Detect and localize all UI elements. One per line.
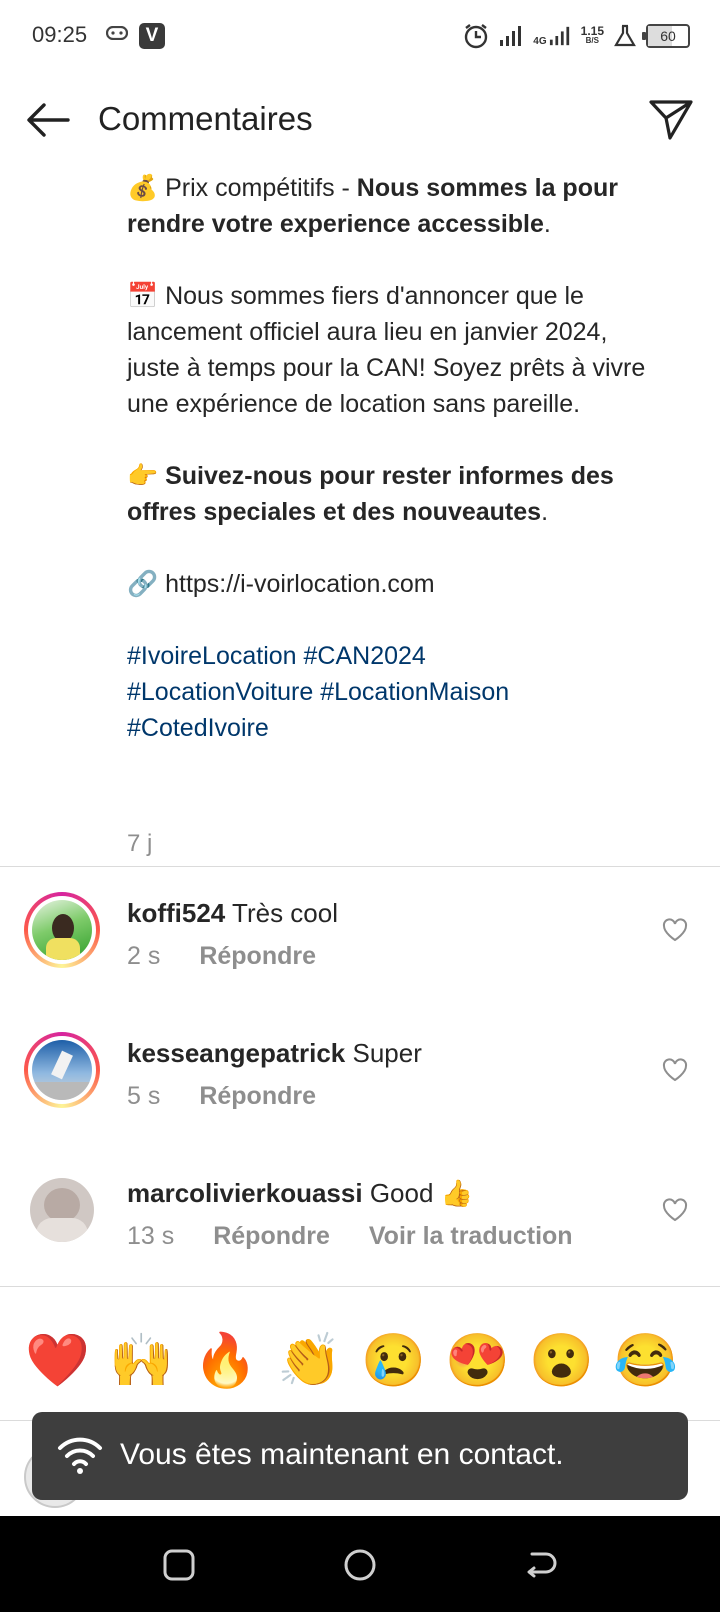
toast-text: Vous êtes maintenant en contact.	[120, 1438, 564, 1471]
back-button[interactable]	[522, 1546, 560, 1584]
hashtag-line[interactable]: #IvoireLocation #CAN2024	[127, 642, 426, 670]
arrow-left-icon[interactable]	[24, 100, 72, 140]
status-right-icons: 4G 1.15 B/S 60	[463, 20, 690, 52]
post-caption: 💰 Prix compétitifs - Nous sommes la pour…	[127, 170, 647, 746]
gamepad-icon	[106, 26, 128, 40]
signal-icon	[500, 26, 522, 46]
reply-button[interactable]: Répondre	[213, 1222, 330, 1250]
app-bar: Commentaires	[0, 82, 720, 158]
post-timestamp: 7 j	[127, 830, 153, 857]
comment-text: koffi524 Très cool	[127, 898, 338, 929]
comment-body: Super	[352, 1038, 422, 1068]
comment-username[interactable]: marcolivierkouassi	[127, 1178, 363, 1208]
comment-item: marcolivierkouassi Good 👍 13 s Répondre …	[0, 1166, 720, 1286]
caption-paragraph-follow: 👉 Suivez-nous pour rester informes des o…	[127, 462, 614, 526]
heart-outline-icon[interactable]	[662, 918, 688, 942]
comment-item: kesseangepatrick Super 5 s Répondre	[0, 1026, 720, 1146]
emoji-raised-hands-button[interactable]: 🙌	[109, 1330, 174, 1392]
emoji-fire-button[interactable]: 🔥	[193, 1330, 258, 1392]
link-emoji: 🔗	[127, 570, 159, 598]
heart-outline-icon[interactable]	[662, 1058, 688, 1082]
page-title: Commentaires	[98, 100, 313, 137]
signal-bars-icon	[549, 26, 569, 46]
comment-time: 13 s	[127, 1222, 175, 1250]
emoji-sad-button[interactable]: 😢	[361, 1330, 426, 1392]
battery-level: 60	[660, 28, 676, 44]
avatar[interactable]	[30, 1178, 94, 1242]
divider	[0, 1286, 720, 1287]
comment-body: Good 👍	[369, 1178, 474, 1208]
caption-paragraph-link: 🔗 https://i-voirlocation.com	[127, 566, 647, 602]
calendar-emoji: 📅	[127, 282, 159, 310]
status-time: 09:25	[32, 22, 88, 47]
see-translation-button[interactable]: Voir la traduction	[369, 1222, 573, 1250]
app-notification-icon: V	[139, 23, 165, 49]
avatar[interactable]	[24, 1032, 100, 1108]
emoji-heart-eyes-button[interactable]: 😍	[445, 1330, 510, 1392]
comment-body: Très cool	[232, 898, 338, 928]
recents-button[interactable]	[160, 1546, 198, 1584]
comment-text: kesseangepatrick Super	[127, 1038, 422, 1069]
wifi-icon	[58, 1437, 102, 1474]
heart-outline-icon[interactable]	[662, 1198, 688, 1222]
hashtag-line[interactable]: #CotedIvoire	[127, 714, 269, 742]
network-type: 4G	[533, 36, 547, 47]
comment-item: koffi524 Très cool 2 s Répondre	[0, 886, 720, 1006]
avatar[interactable]	[24, 892, 100, 968]
paper-plane-icon[interactable]	[648, 98, 694, 142]
signal-4g-icon: 4G	[533, 25, 570, 47]
emoji-reaction-bar: ❤️ 🙌 🔥 👏 😢 😍 😮 😂	[0, 1320, 720, 1410]
hashtag-line[interactable]: #LocationVoiture #LocationMaison	[127, 678, 509, 706]
emoji-heart-button[interactable]: ❤️	[25, 1330, 90, 1392]
reply-button[interactable]: Répondre	[199, 1082, 316, 1110]
comment-time: 5 s	[127, 1082, 161, 1110]
system-nav-bar	[0, 1516, 720, 1612]
money-bag-emoji: 💰	[127, 174, 159, 202]
comment-meta: 5 s Répondre	[127, 1082, 316, 1111]
toast-notification: Vous êtes maintenant en contact.	[32, 1412, 688, 1500]
reply-button[interactable]: Répondre	[199, 942, 316, 970]
emoji-laughing-button[interactable]: 😂	[613, 1330, 678, 1392]
website-link[interactable]: https://i-voirlocation.com	[165, 570, 435, 598]
battery-icon: 60	[642, 24, 690, 48]
comment-meta: 2 s Répondre	[127, 942, 316, 971]
caption-paragraph-prices: 💰 Prix compétitifs - Nous sommes la pour…	[127, 174, 618, 238]
comment-meta: 13 s Répondre Voir la traduction	[127, 1222, 573, 1251]
divider	[0, 866, 720, 867]
pointing-hand-emoji: 👉	[127, 462, 159, 490]
caption-paragraph-launch: 📅 Nous sommes fiers d'annoncer que le la…	[127, 282, 646, 418]
comment-text: marcolivierkouassi Good 👍	[127, 1178, 473, 1209]
network-speed: 1.15 B/S	[580, 24, 604, 45]
status-bar: 09:25 V 4G 1.15 B/S 60	[0, 0, 720, 72]
emoji-surprised-button[interactable]: 😮	[529, 1330, 594, 1392]
alarm-icon	[465, 24, 488, 49]
comment-username[interactable]: kesseangepatrick	[127, 1038, 345, 1068]
comment-username[interactable]: koffi524	[127, 898, 225, 928]
home-button[interactable]	[341, 1546, 379, 1584]
comment-time: 2 s	[127, 942, 161, 970]
emoji-clap-button[interactable]: 👏	[277, 1330, 342, 1392]
flask-icon	[614, 24, 636, 47]
hashtags: #IvoireLocation #CAN2024 #LocationVoitur…	[127, 638, 647, 746]
